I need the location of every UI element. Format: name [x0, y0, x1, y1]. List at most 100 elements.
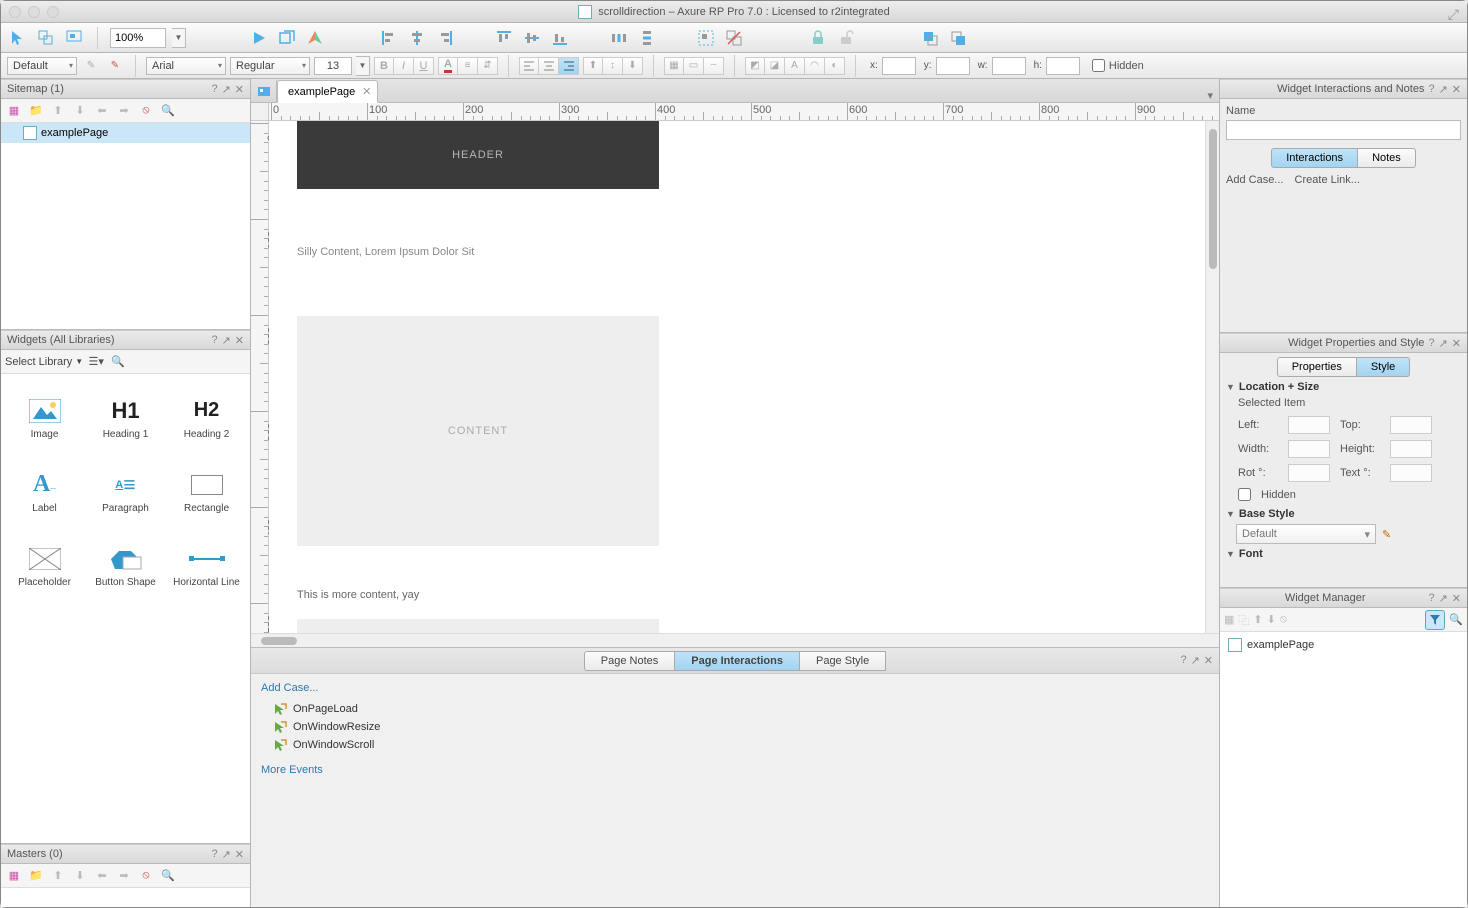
widget-header-box[interactable]: HEADER: [297, 121, 659, 189]
lock-button[interactable]: [807, 27, 829, 49]
preview-button[interactable]: [248, 27, 270, 49]
add-folder-icon[interactable]: 📁: [27, 102, 45, 120]
master-down-icon[interactable]: ⬇: [71, 867, 89, 885]
distribute-v-button[interactable]: [636, 27, 658, 49]
widget-content-box-2[interactable]: [297, 619, 659, 633]
move-down-icon[interactable]: ⬇: [71, 102, 89, 120]
base-style-dropdown[interactable]: Default: [1236, 524, 1376, 544]
vertical-ruler[interactable]: 0100200300400500: [251, 121, 269, 633]
section-location-size[interactable]: Location + Size: [1226, 377, 1461, 397]
left-input[interactable]: [1288, 416, 1330, 434]
top-input[interactable]: [1390, 416, 1432, 434]
create-link-link[interactable]: Create Link...: [1295, 174, 1360, 186]
tab-notes[interactable]: Notes: [1358, 148, 1416, 168]
wm-copy-icon[interactable]: ⿻: [1238, 612, 1249, 628]
italic-button[interactable]: I: [394, 57, 414, 75]
prop-hidden-checkbox[interactable]: [1238, 488, 1251, 501]
close-panel-icon[interactable]: ✕: [1452, 337, 1461, 350]
indent-icon[interactable]: ➡: [115, 102, 133, 120]
design-canvas[interactable]: HEADER Silly Content, Lorem Ipsum Dolor …: [269, 121, 1205, 633]
minimize-window-icon[interactable]: [28, 6, 40, 18]
text-align-button[interactable]: ≡: [458, 57, 478, 75]
close-panel-icon[interactable]: ✕: [235, 83, 244, 96]
help-icon[interactable]: ?: [1428, 592, 1434, 604]
widget-button-shape[interactable]: Button Shape: [86, 530, 165, 602]
tab-properties[interactable]: Properties: [1277, 357, 1357, 377]
widget-text-2[interactable]: This is more content, yay: [297, 581, 419, 604]
fullscreen-icon[interactable]: ⤢: [1448, 6, 1459, 23]
horizontal-ruler[interactable]: 0100200300400500600700800900: [269, 103, 1219, 121]
close-panel-icon[interactable]: ✕: [235, 334, 244, 347]
widget-heading-2[interactable]: H2Heading 2: [167, 382, 246, 454]
unlock-button[interactable]: [835, 27, 857, 49]
widget-paragraph[interactable]: A≡Paragraph: [86, 456, 165, 528]
add-page-icon[interactable]: ▦: [5, 102, 23, 120]
add-master-icon[interactable]: ▦: [5, 867, 23, 885]
border-width-button[interactable]: ▭: [684, 57, 704, 75]
select-intersect-button[interactable]: [35, 27, 57, 49]
wm-delete-icon[interactable]: ⦸: [1280, 613, 1287, 626]
wm-down-icon[interactable]: ⬇: [1267, 613, 1276, 626]
close-panel-icon[interactable]: ✕: [1204, 654, 1213, 667]
fill-color-button[interactable]: ▦: [664, 57, 684, 75]
widget-label[interactable]: A_Label: [5, 456, 84, 528]
event-onwindowresize[interactable]: OnWindowResize: [261, 718, 1209, 736]
popout-icon[interactable]: ↗: [222, 334, 231, 347]
tab-style[interactable]: Style: [1357, 357, 1410, 377]
zoom-input[interactable]: 100%: [110, 28, 166, 48]
popout-icon[interactable]: ↗: [1439, 83, 1448, 96]
sitemap-item-examplepage[interactable]: examplePage: [1, 123, 250, 143]
x-input[interactable]: [882, 57, 916, 75]
library-options-icon[interactable]: ☰▾: [87, 353, 105, 371]
font-size-dropdown[interactable]: ▼: [356, 56, 370, 76]
text-rotation-input[interactable]: [1390, 464, 1432, 482]
opacity-button[interactable]: ◐: [825, 57, 845, 75]
w-input[interactable]: [992, 57, 1026, 75]
master-indent-icon[interactable]: ➡: [115, 867, 133, 885]
style-painter-icon[interactable]: ✎: [81, 57, 101, 75]
text-shadow-button[interactable]: A: [785, 57, 805, 75]
group-button[interactable]: [695, 27, 717, 49]
wm-up-icon[interactable]: ⬆: [1253, 613, 1262, 626]
widget-rectangle[interactable]: Rectangle: [167, 456, 246, 528]
v-align-bottom-button[interactable]: ⬇: [623, 57, 643, 75]
event-onpageload[interactable]: OnPageLoad: [261, 700, 1209, 718]
event-onwindowscroll[interactable]: OnWindowScroll: [261, 736, 1209, 754]
widget-content-box[interactable]: CONTENT: [297, 316, 659, 546]
height-input[interactable]: [1390, 440, 1432, 458]
add-case-link[interactable]: Add Case...: [261, 682, 1209, 694]
bold-button[interactable]: B: [374, 57, 394, 75]
tab-page-interactions[interactable]: Page Interactions: [675, 651, 800, 671]
popout-icon[interactable]: ↗: [1191, 654, 1200, 667]
align-middle-v-button[interactable]: [521, 27, 543, 49]
delete-master-icon[interactable]: ⦸: [137, 867, 155, 885]
search-sitemap-icon[interactable]: 🔍: [159, 102, 177, 120]
popout-icon[interactable]: ↗: [1439, 592, 1448, 605]
help-icon[interactable]: ?: [211, 848, 217, 860]
h-align-right-button[interactable]: [559, 57, 579, 75]
close-panel-icon[interactable]: ✕: [235, 848, 244, 861]
outdent-icon[interactable]: ⬅: [93, 102, 111, 120]
popout-icon[interactable]: ↗: [1439, 337, 1448, 350]
widget-style-dropdown[interactable]: Default: [7, 57, 77, 75]
close-panel-icon[interactable]: ✕: [1452, 83, 1461, 96]
align-bottom-button[interactable]: [549, 27, 571, 49]
share-button[interactable]: [276, 27, 298, 49]
select-mode-button[interactable]: [7, 27, 29, 49]
close-window-icon[interactable]: [9, 6, 21, 18]
h-align-left-button[interactable]: [519, 57, 539, 75]
move-up-icon[interactable]: ⬆: [49, 102, 67, 120]
line-spacing-button[interactable]: ⇵: [478, 57, 498, 75]
popout-icon[interactable]: ↗: [222, 848, 231, 861]
help-icon[interactable]: ?: [211, 334, 217, 346]
align-center-h-button[interactable]: [406, 27, 428, 49]
search-widgets-icon[interactable]: 🔍: [109, 353, 127, 371]
master-up-icon[interactable]: ⬆: [49, 867, 67, 885]
select-library-dropdown[interactable]: Select Library ▼: [5, 356, 83, 368]
bring-front-button[interactable]: [919, 27, 941, 49]
ungroup-button[interactable]: [723, 27, 745, 49]
select-contained-button[interactable]: [63, 27, 85, 49]
widget-name-input[interactable]: [1226, 120, 1461, 140]
rotation-input[interactable]: [1288, 464, 1330, 482]
edit-style-icon[interactable]: ✎: [1382, 528, 1391, 541]
